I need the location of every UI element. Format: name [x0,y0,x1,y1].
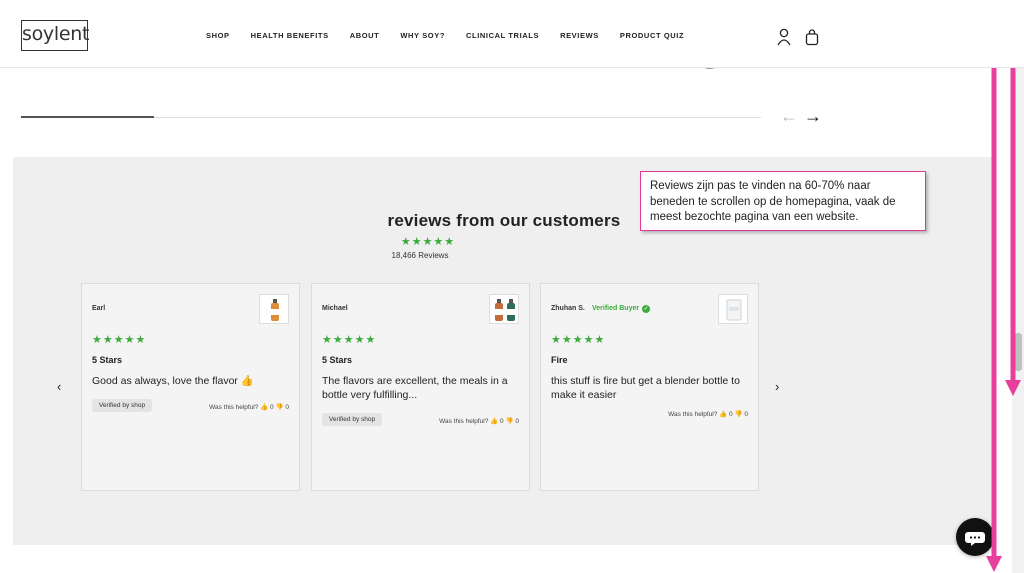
nav-item-product-quiz[interactable]: PRODUCT QUIZ [620,31,684,40]
product-thumbnail[interactable] [259,294,289,324]
verified-by-shop-badge: Verified by shop [92,399,152,412]
nav-item-about[interactable]: ABOUT [350,31,380,40]
review-stars: ★★★★★ [551,334,606,346]
reviewer-name: Michael [322,305,348,312]
press-progress-fill [21,116,154,118]
pouch-image-icon [726,299,742,321]
product-thumbnail[interactable] [718,294,748,324]
review-stars: ★★★★★ [92,334,147,346]
soylent-logo[interactable]: soylent [21,20,89,51]
bottles-image-icon [495,299,515,321]
verified-buyer-badge: Verified Buyer ✓ [592,305,651,313]
main-nav: SHOP HEALTH BENEFITS ABOUT WHY SOY? CLIN… [206,31,684,40]
reviews-rating-stars: ★★★★★ [400,236,456,248]
review-body: Good as always, love the flavor 👍 [92,375,254,387]
review-card: Michael ★★★★★ 5 Stars The flavors are ex… [311,283,530,491]
verified-buyer-label: Verified Buyer [592,305,640,312]
page: TIME GM soylent SHOP HEALTH BENEFITS ABO… [0,0,1024,573]
review-body: The flavors are excellent, the meals in … [322,375,508,401]
site-header: soylent SHOP HEALTH BENEFITS ABOUT WHY S… [0,0,1024,68]
arrow-right-icon[interactable]: → [804,107,822,125]
helpful-votes[interactable]: Was this helpful? 👍 0 👎 0 [668,410,748,418]
review-card: Earl ★★★★★ 5 Stars Good as always, love … [81,283,300,491]
review-title: 5 Stars [92,355,123,365]
scroll-arrow-icon [986,4,1021,572]
nav-item-health-benefits[interactable]: HEALTH BENEFITS [251,31,329,40]
nav-item-clinical-trials[interactable]: CLINICAL TRIALS [466,31,539,40]
reviewer-name: Zhuhan S. [551,305,585,312]
review-stars: ★★★★★ [322,334,377,346]
chevron-right-icon[interactable]: › [775,379,779,394]
chevron-left-icon[interactable]: ‹ [57,379,61,394]
nav-item-why-soy[interactable]: WHY SOY? [400,31,445,40]
check-icon: ✓ [642,305,651,313]
verified-by-shop-badge: Verified by shop [322,413,382,426]
product-thumbnail[interactable] [489,294,519,324]
nav-item-reviews[interactable]: REVIEWS [560,31,599,40]
review-card: Zhuhan S. Verified Buyer ✓ ★★★★★ Fire thi… [540,283,759,491]
review-title: 5 Stars [322,355,353,365]
reviewer-name: Earl [92,305,106,312]
annotation-callout: Reviews zijn pas te vinden na 60-70% naa… [640,171,926,231]
bottle-image-icon [271,299,279,321]
helpful-votes[interactable]: Was this helpful? 👍 0 👎 0 [209,403,289,411]
review-body: this stuff is fire but get a blender bot… [551,375,740,401]
arrow-left-icon[interactable]: ← [780,107,798,125]
helpful-votes[interactable]: Was this helpful? 👍 0 👎 0 [439,417,519,425]
review-title: Fire [551,355,568,365]
reviews-count[interactable]: 18,466 Reviews [13,251,827,260]
cart-icon[interactable] [804,28,820,46]
nav-item-shop[interactable]: SHOP [206,31,230,40]
account-icon[interactable] [776,28,792,46]
